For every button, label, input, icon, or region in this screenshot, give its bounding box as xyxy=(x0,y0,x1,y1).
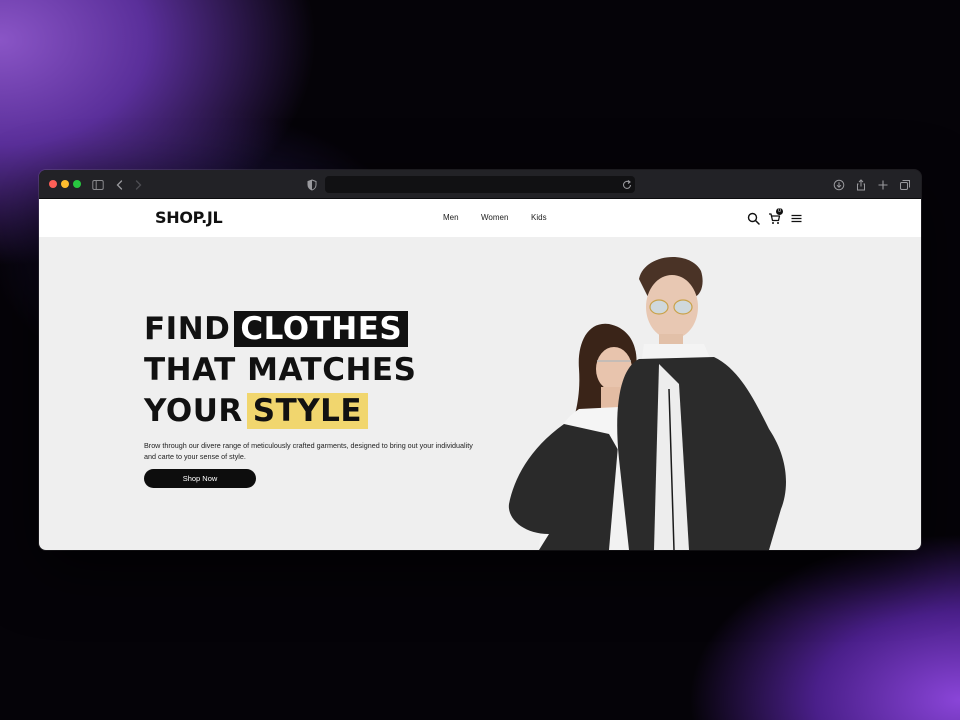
browser-toolbar xyxy=(39,170,921,199)
model-man xyxy=(617,257,786,550)
address-bar[interactable] xyxy=(325,176,635,193)
site-logo[interactable]: SHOP.JL xyxy=(155,208,223,227)
sidebar-icon[interactable] xyxy=(91,178,105,192)
headline-your: YOUR xyxy=(144,393,243,429)
hero-description: Brow through our divere range of meticul… xyxy=(144,441,473,461)
browser-window: SHOP.JL Men Women Kids 0 FIND CLOTHES THA… xyxy=(39,170,921,550)
headline-find: FIND xyxy=(144,311,231,347)
nav-men[interactable]: Men xyxy=(443,213,459,222)
site-header: SHOP.JL Men Women Kids 0 xyxy=(39,199,921,237)
share-icon[interactable] xyxy=(854,178,868,192)
hero-headline-line-1: FIND CLOTHES xyxy=(144,309,409,349)
search-icon[interactable] xyxy=(746,211,760,225)
headline-clothes-highlight: CLOTHES xyxy=(234,311,409,347)
menu-icon[interactable] xyxy=(789,211,803,225)
nav-women[interactable]: Women xyxy=(481,213,508,222)
forward-icon[interactable] xyxy=(131,178,145,192)
download-icon[interactable] xyxy=(832,178,846,192)
close-dot[interactable] xyxy=(49,180,57,188)
tabs-overview-icon[interactable] xyxy=(898,178,912,192)
cart-count-badge: 0 xyxy=(776,208,783,215)
web-page: SHOP.JL Men Women Kids 0 FIND CLOTHES THA… xyxy=(39,199,921,550)
back-icon[interactable] xyxy=(113,178,127,192)
shop-now-button[interactable]: Shop Now xyxy=(144,469,256,488)
minimize-dot[interactable] xyxy=(61,180,69,188)
shield-icon xyxy=(305,178,319,192)
reload-icon[interactable] xyxy=(620,178,634,192)
nav-kids[interactable]: Kids xyxy=(531,213,547,222)
hero-headline-line-3: YOUR STYLE xyxy=(144,391,369,431)
hero-headline-line-2: THAT MATCHES xyxy=(144,352,417,388)
hero-models-image xyxy=(508,257,786,550)
headline-style-highlight: STYLE xyxy=(246,393,369,429)
new-tab-icon[interactable] xyxy=(876,178,890,192)
zoom-dot[interactable] xyxy=(73,180,81,188)
cart-icon[interactable]: 0 xyxy=(767,208,783,225)
